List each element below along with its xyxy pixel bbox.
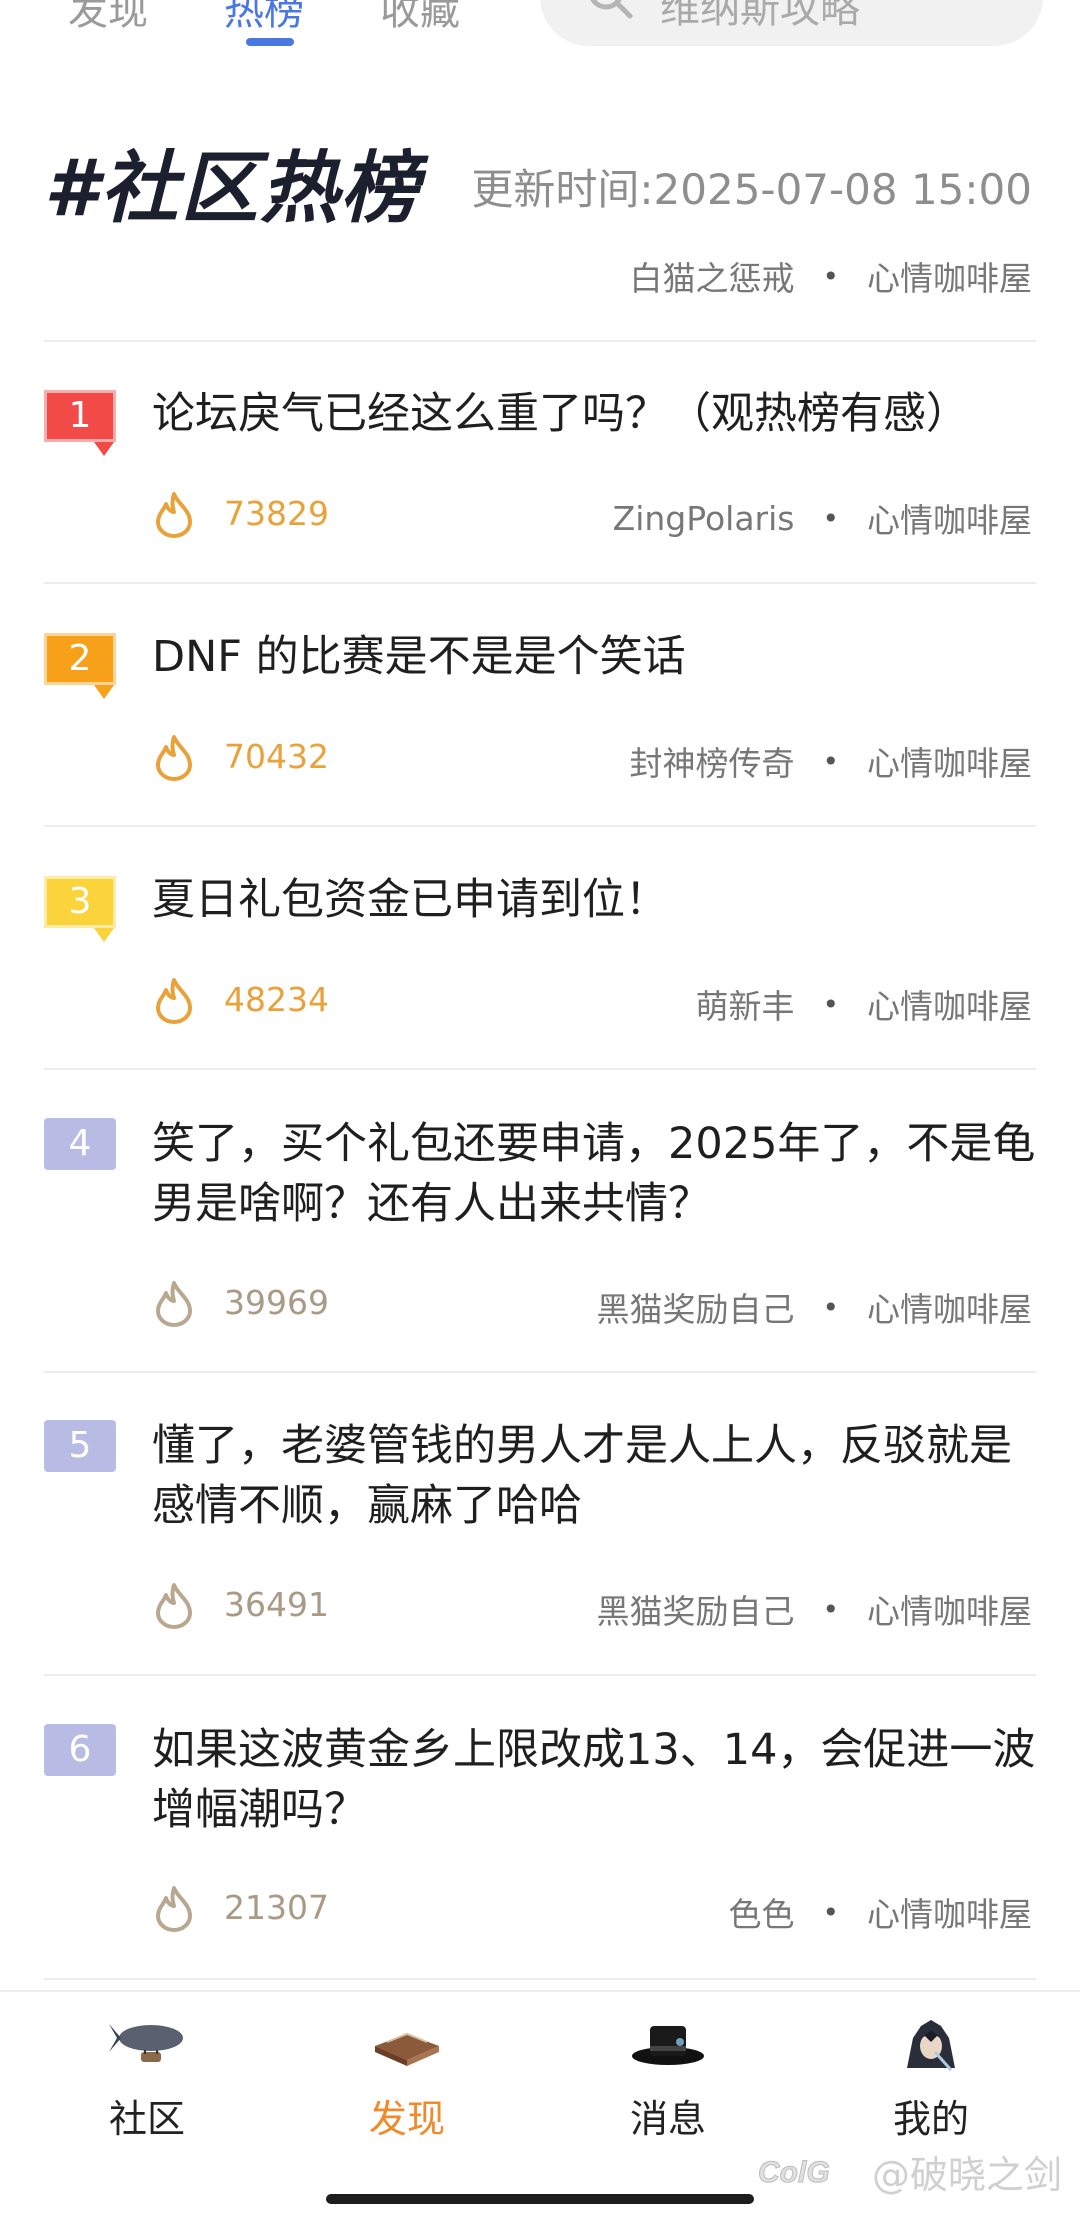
nav-discover[interactable]: 发现 bbox=[342, 2012, 472, 2162]
heat-count: 36491 bbox=[224, 1585, 329, 1624]
tab-hot-list[interactable]: 热榜 bbox=[224, 0, 304, 36]
post-author[interactable]: 萌新丰 bbox=[695, 980, 794, 1028]
divider bbox=[44, 582, 1036, 584]
rank-badge: 6 bbox=[44, 1724, 116, 1776]
divider bbox=[44, 825, 1036, 827]
home-indicator[interactable] bbox=[326, 2194, 754, 2204]
nav-community[interactable]: 社区 bbox=[82, 2012, 212, 2162]
separator-dot: • bbox=[822, 1592, 839, 1626]
book-icon bbox=[375, 2032, 439, 2066]
search-placeholder: 维纳斯攻略 bbox=[660, 0, 860, 32]
colg-logo: ColG bbox=[758, 2155, 831, 2189]
flame-icon bbox=[156, 1886, 192, 1932]
post-author[interactable]: 黑猫奖励自己 bbox=[596, 1283, 794, 1331]
rank-badge: 3 bbox=[44, 876, 116, 942]
post-meta: ZingPolaris • 心情咖啡屋 bbox=[613, 494, 1032, 542]
bottom-nav: 社区 发现 消息 我的 ColG @破晓之剑 bbox=[0, 1990, 1080, 2219]
post-board[interactable]: 心情咖啡屋 bbox=[867, 1283, 1032, 1331]
heat-count: 73829 bbox=[224, 494, 329, 533]
top-tab-bar: 发现 热榜 收藏 维纳斯攻略 bbox=[0, 0, 1080, 68]
tab-discover[interactable]: 发现 bbox=[68, 0, 148, 36]
heat-count: 21307 bbox=[224, 1888, 329, 1927]
rank-badge: 5 bbox=[44, 1420, 116, 1472]
nav-me[interactable]: 我的 bbox=[866, 2012, 996, 2162]
post-meta: 萌新丰 • 心情咖啡屋 bbox=[695, 980, 1032, 1028]
post-meta: 黑猫奖励自己 • 心情咖啡屋 bbox=[596, 1283, 1032, 1331]
header-board[interactable]: 心情咖啡屋 bbox=[867, 252, 1032, 300]
active-tab-indicator bbox=[246, 38, 294, 46]
nav-label: 社区 bbox=[108, 2097, 185, 2141]
separator-dot: • bbox=[822, 744, 839, 778]
flame-icon bbox=[156, 978, 192, 1024]
post-meta: 色色 • 心情咖啡屋 bbox=[728, 1888, 1032, 1936]
post-author[interactable]: 色色 bbox=[728, 1888, 794, 1936]
rank-badge: 2 bbox=[44, 633, 116, 699]
header-meta: 白猫之惩戒 • 心情咖啡屋 bbox=[629, 252, 1032, 300]
divider bbox=[44, 1068, 1036, 1070]
post-board[interactable]: 心情咖啡屋 bbox=[867, 980, 1032, 1028]
flame-icon bbox=[156, 1583, 192, 1629]
nav-label: 我的 bbox=[892, 2097, 969, 2141]
post-board[interactable]: 心情咖啡屋 bbox=[867, 1888, 1032, 1936]
flame-icon bbox=[156, 1281, 192, 1327]
rank-badge: 4 bbox=[44, 1118, 116, 1170]
post-title[interactable]: 夏日礼包资金已申请到位！ bbox=[152, 870, 1042, 930]
flame-icon bbox=[156, 492, 192, 538]
update-time: 更新时间:2025-07-08 15:00 bbox=[471, 165, 1032, 214]
separator-dot: • bbox=[822, 259, 839, 293]
post-title[interactable]: 如果这波黄金乡上限改成13、14，会促进一波增幅潮吗？ bbox=[152, 1720, 1042, 1840]
separator-dot: • bbox=[822, 987, 839, 1021]
post-author[interactable]: 黑猫奖励自己 bbox=[596, 1585, 794, 1633]
post-board[interactable]: 心情咖啡屋 bbox=[867, 1585, 1032, 1633]
flame-icon bbox=[156, 735, 192, 781]
tab-favorites[interactable]: 收藏 bbox=[380, 0, 460, 36]
separator-dot: • bbox=[822, 1290, 839, 1324]
heat-count: 70432 bbox=[224, 737, 329, 776]
divider bbox=[44, 340, 1036, 342]
post-author[interactable]: ZingPolaris bbox=[613, 499, 795, 538]
search-box[interactable]: 维纳斯攻略 bbox=[540, 0, 1043, 46]
post-title[interactable]: DNF 的比赛是不是是个笑话 bbox=[152, 627, 1042, 687]
avatar-icon bbox=[907, 2020, 955, 2071]
post-author[interactable]: 封神榜传奇 bbox=[629, 737, 794, 785]
separator-dot: • bbox=[822, 501, 839, 535]
rank-badge: 1 bbox=[44, 390, 116, 456]
heat-count: 39969 bbox=[224, 1283, 329, 1322]
watermark: ColG @破晓之剑 bbox=[756, 2144, 1063, 2199]
separator-dot: • bbox=[822, 1895, 839, 1929]
divider bbox=[44, 1371, 1036, 1373]
post-board[interactable]: 心情咖啡屋 bbox=[867, 494, 1032, 542]
airship-icon bbox=[109, 2024, 183, 2062]
post-title[interactable]: 论坛戾气已经这么重了吗？（观热榜有感） bbox=[152, 384, 1042, 444]
top-hat-icon bbox=[632, 2026, 704, 2065]
svg-text:ColG: ColG bbox=[758, 2156, 830, 2189]
post-title[interactable]: 懂了，老婆管钱的男人才是人上人，反驳就是感情不顺，赢麻了哈哈 bbox=[152, 1416, 1042, 1536]
post-meta: 黑猫奖励自己 • 心情咖啡屋 bbox=[596, 1585, 1032, 1633]
post-board[interactable]: 心情咖啡屋 bbox=[867, 737, 1032, 785]
post-title[interactable]: 笑了，买个礼包还要申请，2025年了，不是龟男是啥啊？还有人出来共情？ bbox=[152, 1114, 1042, 1234]
divider bbox=[44, 1674, 1036, 1676]
watermark-text: @破晓之剑 bbox=[872, 2153, 1063, 2197]
nav-messages[interactable]: 消息 bbox=[603, 2012, 733, 2162]
search-icon bbox=[590, 0, 633, 19]
nav-label: 消息 bbox=[629, 2097, 706, 2141]
hot-list-title: #社区热榜 bbox=[44, 144, 421, 234]
header-author[interactable]: 白猫之惩戒 bbox=[629, 252, 794, 300]
divider bbox=[44, 1978, 1036, 1980]
post-meta: 封神榜传奇 • 心情咖啡屋 bbox=[629, 737, 1032, 785]
nav-label: 发现 bbox=[368, 2097, 445, 2141]
heat-count: 48234 bbox=[224, 980, 329, 1019]
